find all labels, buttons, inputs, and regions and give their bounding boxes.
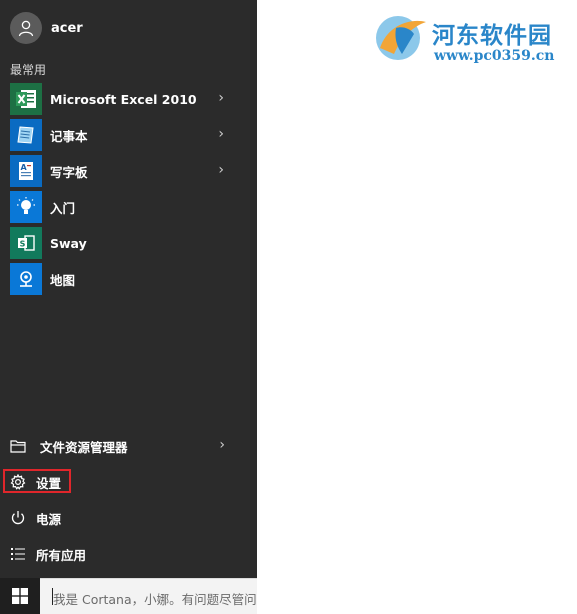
start-button[interactable] [0,578,40,614]
wordpad-icon: A [19,162,33,180]
excel-tile [10,83,42,115]
chevron-right-icon[interactable]: › [219,437,225,453]
app-item-maps[interactable]: 地图 [10,263,246,295]
user-name: acer [51,20,83,36]
app-label: 记事本 [50,128,88,144]
cortana-search-box[interactable]: 我是 Cortana，小娜。有问题尽管问我 [40,578,257,614]
wordpad-tile: A [10,155,42,187]
power-item[interactable]: 电源 [0,502,257,534]
user-icon [18,20,34,37]
notepad-tile [10,119,42,151]
watermark-logo: 河东软件园 www.pc0359.cn [372,10,572,70]
start-bottom-list: 文件资源管理器 › 设置 电源 所有应用 [0,430,257,574]
power-label: 电源 [36,511,62,527]
file-explorer-item[interactable]: 文件资源管理器 › [0,430,257,462]
settings-item[interactable]: 设置 [0,466,257,498]
notepad-icon [17,126,34,144]
app-item-notepad[interactable]: 记事本 › [10,119,246,151]
power-icon [10,510,26,526]
app-label: 入门 [50,200,76,216]
sway-icon: S [18,235,35,251]
sway-tile: S [10,227,42,259]
excel-icon [16,90,36,108]
chevron-right-icon[interactable]: › [218,162,224,178]
chevron-right-icon[interactable]: › [218,126,224,142]
user-account[interactable]: acer [10,12,83,44]
list-icon [10,546,26,562]
app-label: Microsoft Excel 2010 [50,91,197,107]
get-started-tile [10,191,42,223]
start-menu: acer 最常用 Microsoft Excel 2010 › 记事本 › A … [0,0,257,578]
pc0359-logo-icon [376,16,426,60]
taskbar: 我是 Cortana，小娜。有问题尽管问我 [0,578,577,614]
watermark-name: 河东软件园 [432,22,552,49]
app-label: Sway [50,235,87,251]
avatar [10,12,42,44]
svg-text:S: S [20,240,26,249]
windows-logo-icon [12,588,28,604]
app-item-excel[interactable]: Microsoft Excel 2010 › [10,83,246,115]
file-explorer-label: 文件资源管理器 [40,439,128,455]
app-item-sway[interactable]: S Sway [10,227,246,259]
most-used-list: Microsoft Excel 2010 › 记事本 › A 写字板 › 入门 … [10,83,246,299]
app-label: 地图 [50,272,76,288]
all-apps-item[interactable]: 所有应用 [0,538,257,570]
maps-icon [20,271,32,287]
app-label: 写字板 [50,164,88,180]
maps-tile [10,263,42,295]
folder-icon [10,438,26,454]
settings-highlight-box [3,469,71,493]
watermark-url: www.pc0359.cn [434,48,555,64]
svg-text:A: A [21,163,28,172]
search-placeholder: 我是 Cortana，小娜。有问题尽管问我 [53,592,257,607]
all-apps-label: 所有应用 [36,547,87,563]
app-item-wordpad[interactable]: A 写字板 › [10,155,246,187]
app-item-get-started[interactable]: 入门 [10,191,246,223]
chevron-right-icon[interactable]: › [218,90,224,106]
lightbulb-icon [17,197,35,214]
most-used-heading: 最常用 [10,63,47,77]
